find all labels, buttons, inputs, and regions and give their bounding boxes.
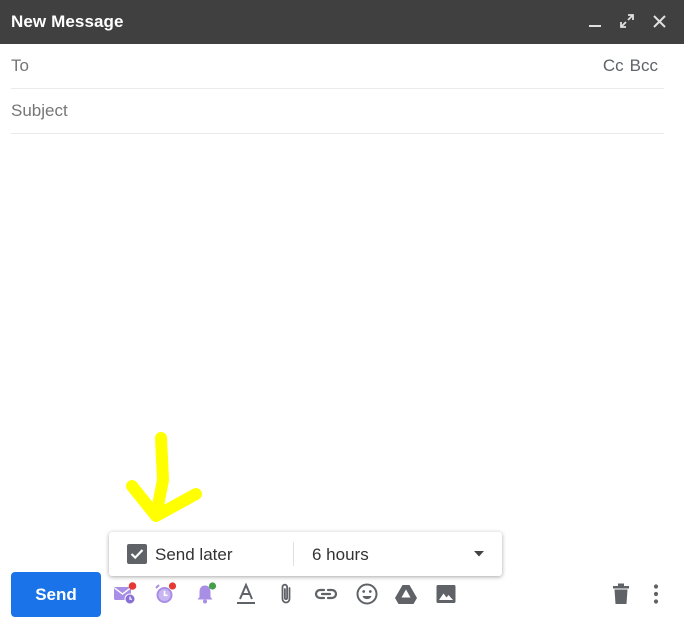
subject-field[interactable]: Subject <box>11 89 664 134</box>
send-button[interactable]: Send <box>11 572 101 617</box>
send-later-label: Send later <box>155 545 233 564</box>
notification-bell-icon <box>197 582 217 604</box>
close-button[interactable] <box>648 10 670 32</box>
cc-bcc-links: Cc Bcc <box>603 56 658 76</box>
insert-drive-file-button[interactable] <box>393 581 419 607</box>
cc-link[interactable]: Cc <box>603 56 624 76</box>
notification-bell-button[interactable] <box>193 581 219 607</box>
window-controls <box>584 10 670 32</box>
minimize-icon <box>589 25 601 27</box>
minimize-button[interactable] <box>584 10 606 32</box>
drive-icon <box>395 585 417 604</box>
trash-icon <box>613 583 629 604</box>
delay-select-value: 6 hours <box>312 545 369 564</box>
bcc-link[interactable]: Bcc <box>630 56 658 76</box>
scheduled-mail-icon <box>114 582 137 605</box>
compose-titlebar: New Message <box>0 0 684 44</box>
annotation-arrow-icon <box>126 432 202 522</box>
discard-draft-button[interactable] <box>608 581 634 607</box>
message-body[interactable] <box>11 135 664 525</box>
expand-button[interactable] <box>616 10 638 32</box>
checkmark-icon <box>130 549 144 560</box>
insert-photo-button[interactable] <box>433 581 459 607</box>
formatting-options-button[interactable] <box>233 581 259 607</box>
format-text-icon <box>237 582 255 604</box>
to-field[interactable]: To Cc Bcc <box>11 44 664 89</box>
delay-select[interactable]: 6 hours <box>304 532 494 576</box>
to-label: To <box>11 56 29 75</box>
emoji-icon <box>356 583 378 605</box>
send-later-checkbox[interactable] <box>127 544 147 564</box>
more-options-button[interactable] <box>643 581 669 607</box>
alarm-clock-button[interactable] <box>152 581 178 607</box>
attach-icon <box>281 583 291 604</box>
insert-emoji-button[interactable] <box>354 581 380 607</box>
insert-link-button[interactable] <box>313 581 339 607</box>
photo-icon <box>436 585 456 603</box>
divider <box>293 542 294 566</box>
window-title: New Message <box>11 12 124 31</box>
subject-placeholder: Subject <box>11 101 68 120</box>
more-options-icon <box>653 584 659 604</box>
caret-down-icon <box>474 551 484 557</box>
close-icon <box>652 14 666 28</box>
scheduled-mail-button[interactable] <box>112 581 138 607</box>
expand-icon <box>620 14 634 28</box>
alarm-clock-icon <box>155 582 177 603</box>
attach-files-button[interactable] <box>273 581 299 607</box>
link-icon <box>314 588 338 600</box>
send-later-popup: Send later 6 hours <box>109 532 502 576</box>
